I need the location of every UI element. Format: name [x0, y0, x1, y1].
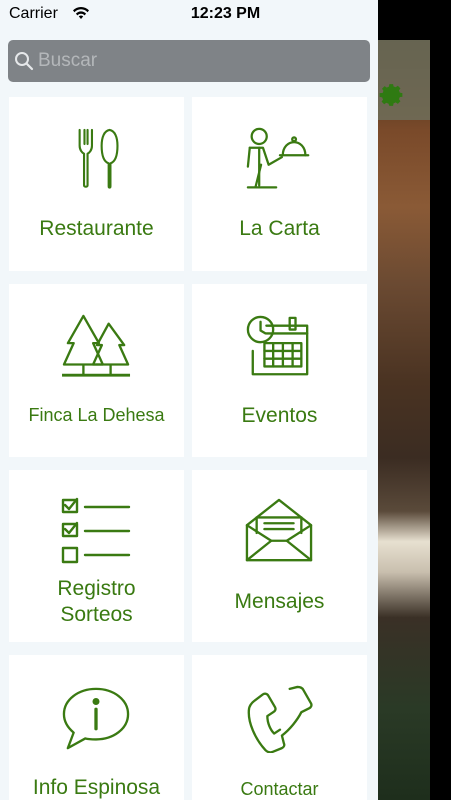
search-input[interactable]	[38, 40, 358, 82]
menu-tile-label-line: Registro Sorteos	[9, 576, 184, 628]
gear-icon[interactable]	[378, 82, 404, 108]
search-bar[interactable]	[8, 40, 370, 82]
trees-icon	[62, 314, 131, 377]
menu-tile-label: Contactar	[240, 779, 319, 799]
background-app[interactable]	[378, 0, 451, 800]
menu-tile-contactar[interactable]: Contactar	[192, 655, 367, 800]
calendar-clock-icon	[246, 315, 309, 376]
menu-tile-info-espinosa[interactable]: Info Espinosa	[9, 655, 184, 800]
menu-tile-label: Finca La Dehesa	[28, 405, 165, 425]
background-nav-bar	[378, 40, 430, 120]
menu-tile-label: Registro Sorteos	[57, 577, 136, 626]
menu-tile-finca-la-dehesa[interactable]: Finca La Dehesa	[9, 284, 184, 457]
side-drawer: Carrier 12:23 PM Restaurante	[0, 0, 378, 800]
menu-tile-label: Mensajes	[234, 590, 325, 613]
fork-knife-icon	[78, 128, 119, 189]
envelope-icon	[245, 498, 313, 562]
menu-tile-la-carta[interactable]: La Carta	[192, 97, 367, 271]
menu-tile-label: Restaurante	[39, 217, 154, 240]
menu-tile-label: Eventos	[241, 404, 318, 427]
menu-tile-label: La Carta	[239, 217, 320, 240]
menu-tile-registro-sorteos[interactable]: Registro Sorteos	[9, 470, 184, 642]
search-icon	[15, 52, 34, 71]
info-bubble-icon	[62, 687, 130, 750]
menu-tile-mensajes[interactable]: Mensajes	[192, 470, 367, 642]
waiter-icon	[246, 127, 310, 189]
menu-tile-label: Info Espinosa	[32, 776, 161, 799]
menu-tile-eventos[interactable]: Eventos	[192, 284, 367, 457]
background-photo	[378, 40, 430, 800]
menu-tile-restaurante[interactable]: Restaurante	[9, 97, 184, 271]
phone-icon	[247, 685, 313, 753]
background-edge	[430, 0, 451, 800]
checklist-icon	[61, 497, 131, 564]
status-time: 12:23 PM	[190, 5, 261, 22]
